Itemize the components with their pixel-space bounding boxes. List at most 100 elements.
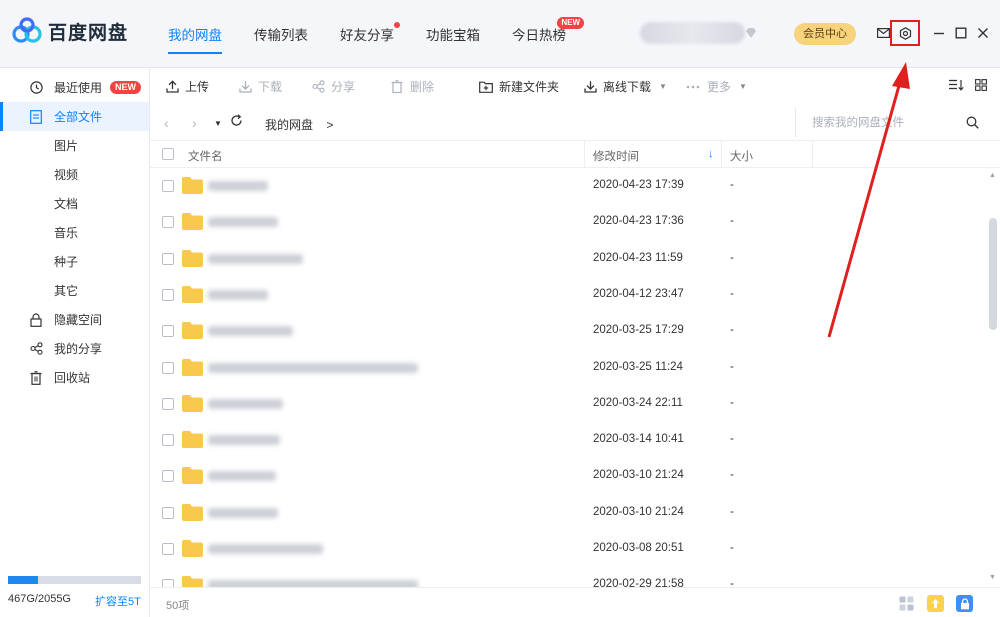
row-checkbox[interactable] [162,325,174,338]
download-button[interactable]: 下载 [238,78,282,95]
app-logo: 百度网盘 [12,16,128,46]
more-icon [685,80,701,94]
safe-box-lock-icon[interactable] [956,595,973,612]
row-checkbox[interactable] [162,361,174,374]
grid-view-button[interactable] [974,78,994,92]
file-name-redacted [208,326,293,337]
row-checkbox[interactable] [162,252,174,265]
sort-desc-icon[interactable]: ↓ [708,148,714,160]
table-row[interactable]: 2020-03-08 20:51 - [150,531,1000,567]
storage-quota-fill [8,576,39,584]
sidebar-item-others[interactable]: 其它 [0,276,149,305]
app-grid-icon[interactable] [898,595,915,612]
back-icon[interactable]: ‹ [164,115,169,131]
row-checkbox[interactable] [162,216,174,229]
folder-icon [182,467,203,485]
table-row[interactable]: 2020-04-23 17:39 - [150,168,1000,204]
row-checkbox[interactable] [162,579,174,587]
tab-hot-list[interactable]: 今日热榜 NEW [512,0,584,68]
table-row[interactable]: 2020-03-24 22:11 - [150,386,1000,422]
tab-my-netdisk[interactable]: 我的网盘 [168,0,222,68]
file-toolbar: 上传 下载 分享 删除 新建文件夹 离线下载 ▼ 更多 ▼ [150,68,1000,104]
table-row[interactable]: 2020-04-23 17:36 - [150,204,1000,240]
column-divider [721,141,722,168]
path-bar: ‹ › ▼ 我的网盘 > [150,106,1000,140]
scroll-down-icon[interactable]: ▼ [989,574,996,581]
table-row[interactable]: 2020-03-25 17:29 - [150,313,1000,349]
file-name-redacted [208,362,418,373]
row-checkbox[interactable] [162,470,174,483]
sidebar-item-recycle-bin[interactable]: 回收站 [0,363,149,392]
file-modified-date: 2020-03-25 11:24 [593,360,683,373]
table-row[interactable]: 2020-03-14 10:41 - [150,422,1000,458]
new-folder-button[interactable]: 新建文件夹 [479,78,559,95]
search-icon[interactable] [966,116,979,132]
refresh-icon[interactable] [230,114,243,130]
sidebar-item-music[interactable]: 音乐 [0,218,149,247]
table-row[interactable]: 2020-03-10 21:24 - [150,458,1000,494]
upgrade-icon[interactable] [927,595,944,612]
minimize-icon[interactable] [930,24,948,42]
table-row[interactable]: 2020-03-25 11:24 - [150,350,1000,386]
file-list-scrollbar[interactable]: ▲ ▼ [987,170,1000,586]
select-all-checkbox[interactable] [162,148,174,160]
sidebar-item-my-shares[interactable]: 我的分享 [0,334,149,363]
status-bar: 50项 [150,587,1000,617]
upload-button[interactable]: 上传 [165,78,209,95]
share-button[interactable]: 分享 [311,78,355,95]
table-row[interactable]: 2020-04-12 23:47 - [150,277,1000,313]
breadcrumb-item-my-netdisk[interactable]: 我的网盘 [265,118,313,132]
more-button[interactable]: 更多 ▼ [685,78,747,95]
new-folder-icon [479,80,493,94]
offline-download-button[interactable]: 离线下载 ▼ [583,78,667,95]
table-row[interactable]: 2020-02-29 21:58 - [150,567,1000,587]
file-modified-date: 2020-03-08 20:51 [593,542,684,554]
table-row[interactable]: 2020-04-23 11:59 - [150,241,1000,277]
row-checkbox[interactable] [162,180,174,192]
search-input[interactable] [812,114,962,132]
sidebar-item-images[interactable]: 图片 [0,131,149,160]
file-modified-date: 2020-03-10 21:24 [593,469,684,482]
row-checkbox[interactable] [162,506,174,519]
file-size: - [730,287,734,300]
scrollbar-thumb[interactable] [989,218,997,330]
row-checkbox[interactable] [162,288,174,301]
sort-button[interactable] [948,78,970,92]
table-row[interactable]: 2020-03-10 21:24 - [150,495,1000,531]
breadcrumb-separator: > [326,118,334,132]
tab-toolbox[interactable]: 功能宝箱 [426,0,480,68]
column-divider [812,141,813,168]
column-header-name[interactable]: 文件名 [188,148,223,164]
close-icon[interactable] [974,24,992,42]
tab-transfer-list[interactable]: 传输列表 [254,0,308,68]
sidebar-item-videos[interactable]: 视频 [0,160,149,189]
delete-button[interactable]: 删除 [390,78,434,95]
history-dropdown-icon[interactable]: ▼ [214,119,222,128]
column-header-size[interactable]: 大小 [730,148,753,164]
breadcrumb: 我的网盘 > [265,116,333,133]
row-checkbox[interactable] [162,434,174,447]
tab-friend-share[interactable]: 好友分享 [340,0,400,68]
sidebar-item-recent[interactable]: 最近使用 NEW [0,73,149,102]
vip-center-button[interactable]: 会员中心 [794,23,856,45]
user-avatar-name[interactable] [640,22,745,44]
file-modified-date: 2020-03-10 21:24 [593,505,684,518]
sidebar-item-torrents[interactable]: 种子 [0,247,149,276]
settings-icon[interactable] [896,24,914,42]
maximize-icon[interactable] [952,24,970,42]
folder-icon [182,540,203,557]
column-header-modified[interactable]: 修改时间 [593,148,639,164]
upload-icon [165,80,179,94]
sidebar-item-hidden-space[interactable]: 隐藏空间 [0,305,149,334]
expand-storage-link[interactable]: 扩容至5T [95,593,141,609]
sidebar-item-documents[interactable]: 文档 [0,189,149,218]
title-bar: 百度网盘 我的网盘 传输列表 好友分享 功能宝箱 今日热榜 NEW 会员中心 [0,0,1000,68]
file-modified-date: 2020-03-24 22:11 [593,396,683,409]
storage-quota-bar [8,576,141,584]
scroll-up-icon[interactable]: ▲ [989,172,996,179]
row-checkbox[interactable] [162,543,174,555]
forward-icon[interactable]: › [192,115,197,131]
row-checkbox[interactable] [162,397,174,410]
sidebar-item-all-files[interactable]: 全部文件 [0,102,149,131]
app-name: 百度网盘 [48,22,129,44]
